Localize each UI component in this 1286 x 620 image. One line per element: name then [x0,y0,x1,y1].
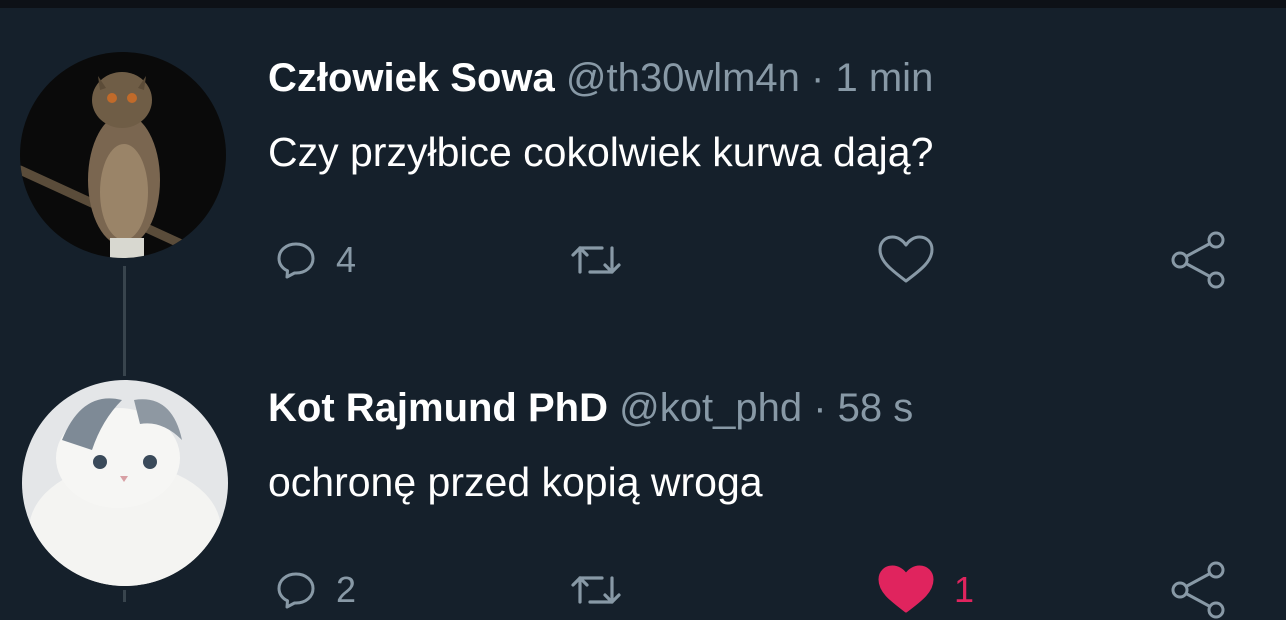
like-icon [876,234,936,286]
share-button[interactable] [1168,560,1232,620]
reply-count: 2 [336,569,357,610]
reply-count: 4 [336,239,357,280]
display-name[interactable]: Człowiek Sowa [268,56,555,100]
user-handle[interactable]: @th30wlm4n [566,56,800,100]
tweet-header: Kot Rajmund PhD @kot_phd · 58 s [268,380,1268,436]
reply-button[interactable]: 2 [274,560,356,620]
separator-dot: · [811,56,825,100]
separator-dot: · [813,386,827,430]
reply-icon [274,568,318,612]
tweet-text: Czy przyłbice cokolwiek kurwa dają? [268,129,934,175]
retweet-icon [568,568,624,612]
tweet-text: ochronę przed kopią wroga [268,459,763,505]
display-name[interactable]: Kot Rajmund PhD [268,386,608,430]
reply-icon [274,238,318,282]
retweet-icon [568,238,624,282]
user-handle[interactable]: @kot_phd [619,386,802,430]
share-button[interactable] [1168,230,1232,290]
like-button[interactable]: 1 [876,560,974,620]
cat-avatar[interactable] [22,380,228,586]
tweet[interactable]: Człowiek Sowa @th30wlm4n · 1 min Czy prz… [268,50,1268,289]
share-icon [1168,230,1232,290]
share-icon [1168,560,1232,620]
tweet[interactable]: Kot Rajmund PhD @kot_phd · 58 s ochronę … [268,380,1268,619]
retweet-button[interactable] [568,560,642,620]
like-button[interactable] [876,230,954,290]
top-bar [0,0,1286,8]
owl-avatar[interactable] [20,52,226,258]
timestamp[interactable]: 58 s [838,386,914,430]
retweet-button[interactable] [568,230,642,290]
tweet-header: Człowiek Sowa @th30wlm4n · 1 min [268,50,1268,106]
timestamp[interactable]: 1 min [836,56,934,100]
like-filled-icon [876,564,936,616]
thread-connector [123,266,126,376]
thread-connector-bottom [123,590,126,602]
tweet-actions: 2 1 [268,560,1248,620]
like-count: 1 [954,569,975,610]
reply-button[interactable]: 4 [274,230,356,290]
tweet-actions: 4 [268,230,1248,290]
